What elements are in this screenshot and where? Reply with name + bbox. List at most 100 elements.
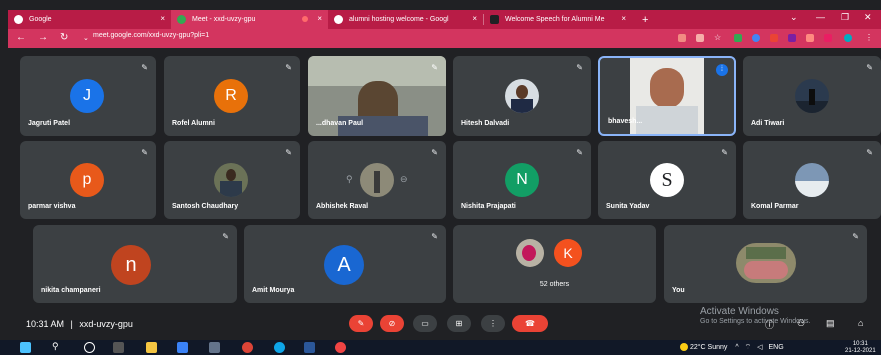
tab-title: Google (29, 16, 52, 23)
present-button[interactable]: ⊞ (447, 315, 471, 332)
tab-alumni-hosting[interactable]: alumni hosting welcome - Googl × (328, 10, 483, 29)
store-icon[interactable] (177, 342, 188, 353)
participant-name: Nishita Prajapati (461, 203, 516, 210)
close-tab-icon[interactable]: × (472, 14, 477, 23)
mic-off-icon: ✎ (285, 63, 292, 72)
star-icon[interactable]: ☆ (714, 33, 721, 42)
site-info-icon[interactable]: ⌄ (83, 34, 89, 42)
mic-off-icon: ✎ (721, 148, 728, 157)
extension-icon[interactable] (734, 34, 742, 42)
participant-tile[interactable]: ✎ p parmar vishva (20, 141, 156, 219)
leave-call-button[interactable]: ☎ (512, 315, 548, 332)
minimize-icon[interactable]: — (816, 12, 825, 22)
avatar-photo (795, 163, 829, 197)
clock-date: 21-12-2021 (845, 348, 876, 354)
participant-tile[interactable]: ✎ Santosh Chaudhary (164, 141, 300, 219)
google-icon (14, 15, 23, 24)
participant-tile[interactable]: ✎ Adi Tiwari (743, 56, 881, 136)
new-tab-button[interactable]: + (636, 10, 656, 29)
people-icon[interactable]: ⚇ (797, 318, 805, 329)
share-icon[interactable] (696, 34, 704, 42)
pin-icon[interactable]: ⚲ (346, 174, 353, 185)
participant-name: parmar vishva (28, 203, 76, 210)
clock-time: 10:31 (852, 341, 868, 347)
participant-name: Komal Parmar (751, 203, 799, 210)
others-tile[interactable]: K 52 others (453, 225, 656, 303)
close-window-icon[interactable]: ✕ (864, 12, 872, 23)
participant-tile[interactable]: ✎ S Sunita Yadav (598, 141, 736, 219)
camera-off-button[interactable]: ⊘ (380, 315, 404, 332)
extension-icon[interactable] (806, 34, 814, 42)
self-tile[interactable]: ✎ You (664, 225, 867, 303)
activities-icon[interactable]: ⌂ (858, 318, 863, 328)
mic-off-icon: ✎ (576, 63, 583, 72)
extension-icon[interactable] (752, 34, 760, 42)
camera-off-icon: ⊘ (388, 319, 396, 328)
watermark-title: Activate Windows (700, 306, 779, 317)
tab-meet[interactable]: Meet - xxd-uvzy-gpu × (171, 10, 328, 29)
volume-icon[interactable]: ◁ (757, 344, 762, 351)
avatar: p (70, 163, 104, 197)
mic-off-icon: ✎ (357, 319, 365, 328)
windows-start-icon[interactable] (20, 342, 31, 353)
chat-icon[interactable]: ▤ (826, 318, 835, 329)
extension-icon[interactable] (788, 34, 796, 42)
avatar-photo (214, 163, 248, 197)
file-explorer-icon[interactable] (146, 342, 157, 353)
weather-text[interactable]: 22°C Sunny (690, 344, 727, 351)
cortana-icon[interactable] (84, 342, 95, 353)
back-icon[interactable]: ← (16, 32, 26, 43)
extensions-icon[interactable] (824, 34, 832, 42)
tab-title: alumni hosting welcome - Googl (349, 16, 449, 23)
search-icon[interactable]: ⚲ (52, 341, 63, 352)
tab-bar: Google × Meet - xxd-uvzy-gpu × alumni ho… (8, 10, 881, 29)
more-options-button[interactable]: ⋮ (481, 315, 505, 332)
meeting-details: 10:31 AM | xxd-uvzy-gpu (26, 319, 133, 329)
word-icon[interactable] (304, 342, 315, 353)
chrome-icon[interactable] (242, 342, 253, 353)
maximize-icon[interactable]: ❐ (841, 12, 849, 23)
active-speaker-tile[interactable]: ⁞ bhavesh... (598, 56, 736, 136)
info-icon[interactable]: ⓘ (765, 318, 774, 331)
participant-tile[interactable]: ✎ ⚲ ⊖ Abhishek Raval (308, 141, 446, 219)
mic-off-icon: ✎ (576, 148, 583, 157)
participant-tile[interactable]: ✎ A Amit Mourya (244, 225, 446, 303)
network-icon[interactable]: ⌔ (745, 344, 752, 351)
close-tab-icon[interactable]: × (621, 14, 626, 23)
extension-icon[interactable] (770, 34, 778, 42)
close-tab-icon[interactable]: × (160, 14, 165, 23)
app-icon[interactable] (335, 342, 346, 353)
remove-icon[interactable]: ⊖ (400, 174, 408, 185)
participant-tile[interactable]: ✎ Komal Parmar (743, 141, 881, 219)
captions-button[interactable]: ▭ (413, 315, 437, 332)
mic-off-button[interactable]: ✎ (349, 315, 373, 332)
tab-title: Meet - xxd-uvzy-gpu (192, 16, 256, 23)
participant-video-tile[interactable]: ✎ ...dhavan Paul (308, 56, 446, 136)
language-indicator[interactable]: ENG (768, 344, 783, 351)
mic-off-icon: ✎ (431, 148, 438, 157)
participant-tile[interactable]: ✎ J Jagruti Patel (20, 56, 156, 136)
participant-tile[interactable]: ✎ Hitesh Dalvadi (453, 56, 591, 136)
camera-indicator-icon[interactable] (678, 34, 686, 42)
chevron-up-icon[interactable]: ^ (735, 344, 738, 351)
participant-name: Abhishek Raval (316, 203, 369, 210)
tab-welcome-speech[interactable]: Welcome Speech for Alumni Me × (484, 10, 632, 29)
participant-tile[interactable]: ✎ N Nishita Prajapati (453, 141, 591, 219)
weather-icon (680, 343, 688, 352)
edge-icon[interactable] (274, 342, 285, 353)
mail-icon[interactable] (209, 342, 220, 353)
task-view-icon[interactable] (113, 342, 124, 353)
url-field[interactable]: meet.google.com/xxd-uvzy-gpu?pli=1 (93, 32, 209, 39)
clock[interactable]: 10:31 21-12-2021 (845, 341, 876, 355)
avatar-photo (795, 79, 829, 113)
participant-tile[interactable]: ✎ R Rofel Alumni (164, 56, 300, 136)
participant-tile[interactable]: ✎ n nikita champaneri (33, 225, 237, 303)
profile-avatar[interactable] (844, 34, 852, 42)
captions-icon: ▭ (421, 319, 429, 328)
reload-icon[interactable]: ↻ (60, 32, 68, 43)
forward-icon[interactable]: → (38, 32, 48, 43)
tab-search-icon[interactable]: ⌄ (790, 12, 798, 23)
menu-icon[interactable]: ⋮ (865, 33, 873, 42)
close-tab-icon[interactable]: × (317, 14, 322, 23)
tab-google[interactable]: Google × (8, 10, 171, 29)
